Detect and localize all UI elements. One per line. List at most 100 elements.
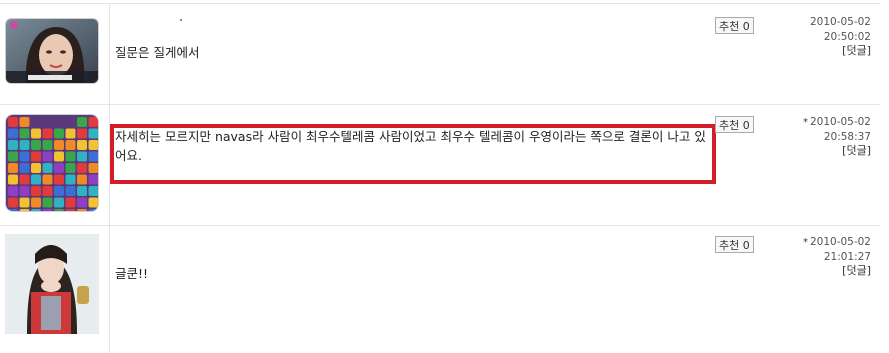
avatar-woman-tv[interactable]	[5, 18, 99, 84]
tetris-block	[19, 140, 30, 150]
tetris-block	[54, 163, 64, 173]
tetris-block	[77, 140, 87, 150]
tetris-block	[8, 197, 18, 208]
tetris-block	[77, 186, 87, 196]
comment-time: 20:50:02	[823, 31, 871, 43]
tetris-block	[54, 186, 64, 196]
tetris-block	[42, 197, 53, 208]
avatar-image	[6, 19, 98, 83]
tetris-block	[65, 197, 76, 208]
tetris-block	[65, 128, 76, 139]
tetris-block	[88, 186, 98, 196]
comment-date: 2010-05-02	[809, 236, 871, 248]
comment-row-2: 자세히는 모르지만 navas라 사람이 최우수텔레콤 사람이었고 최우수 텔레…	[0, 105, 880, 225]
recommend-button[interactable]: 추천 0	[715, 236, 754, 253]
tetris-block	[19, 163, 30, 173]
tetris-block	[19, 186, 30, 196]
tetris-block	[88, 197, 98, 208]
tetris-block	[19, 128, 30, 139]
tetris-block	[31, 163, 41, 173]
tetris-block	[8, 163, 18, 173]
star-icon: *	[802, 237, 808, 248]
tetris-block	[42, 186, 53, 196]
tetris-block	[31, 174, 41, 185]
comment-row-3: 글쿤!! 추천 0 * 2010-05-02 21:01:27 [덧글]	[0, 226, 880, 353]
avatar-tetris-blocks[interactable]	[5, 114, 99, 212]
tetris-block	[19, 117, 30, 127]
tetris-block	[19, 197, 30, 208]
tetris-block	[88, 117, 98, 127]
tetris-block	[54, 151, 64, 162]
tetris-block	[31, 128, 41, 139]
tetris-block	[88, 209, 98, 211]
tetris-block	[54, 174, 64, 185]
tetris-block	[65, 174, 76, 185]
column-divider	[109, 226, 110, 353]
star-icon: *	[802, 117, 808, 128]
tetris-block	[77, 128, 87, 139]
tetris-block	[42, 140, 53, 150]
tetris-block	[8, 174, 18, 185]
tetris-block	[42, 128, 53, 139]
reply-link[interactable]: [덧글]	[810, 44, 871, 57]
tetris-block	[54, 128, 64, 139]
tetris-block	[54, 140, 64, 150]
tetris-block	[65, 163, 76, 173]
tetris-block	[54, 197, 64, 208]
tetris-block	[42, 163, 53, 173]
recommend-button[interactable]: 추천 0	[715, 17, 754, 34]
tetris-block	[19, 174, 30, 185]
avatar-woman-photo[interactable]	[5, 234, 99, 334]
tetris-block	[88, 151, 98, 162]
recommend-button[interactable]: 추천 0	[715, 116, 754, 133]
avatar-image	[6, 115, 98, 211]
tetris-block	[77, 174, 87, 185]
column-divider	[109, 4, 110, 104]
tetris-block	[88, 128, 98, 139]
tetris-block	[42, 209, 53, 211]
tetris-block	[31, 197, 41, 208]
tetris-block	[31, 151, 41, 162]
tetris-block	[77, 197, 87, 208]
tetris-block	[8, 128, 18, 139]
tetris-block	[88, 163, 98, 173]
tetris-block	[8, 117, 18, 127]
tetris-block	[8, 186, 18, 196]
tetris-block	[77, 209, 87, 211]
comment-row-1: 질문은 질게에서 추천 0 2010-05-02 20:50:02 [덧글]	[0, 4, 880, 104]
tetris-block	[42, 151, 53, 162]
tetris-block	[65, 186, 76, 196]
tetris-block	[77, 117, 87, 127]
tetris-block	[77, 163, 87, 173]
reply-link[interactable]: [덧글]	[803, 144, 871, 157]
tetris-block	[77, 151, 87, 162]
tetris-block	[42, 174, 53, 185]
comment-date: 2010-05-02	[809, 116, 871, 128]
comment-meta: * 2010-05-02 20:58:37 [덧글]	[803, 116, 871, 157]
comment-time: 20:58:37	[823, 131, 871, 143]
reply-link[interactable]: [덧글]	[803, 264, 871, 277]
tetris-block	[65, 151, 76, 162]
tetris-block	[65, 209, 76, 211]
comment-meta: 2010-05-02 20:50:02 [덧글]	[810, 16, 871, 57]
tetris-block	[31, 140, 41, 150]
page-edge	[880, 0, 889, 353]
comment-date: 2010-05-02	[809, 16, 871, 28]
tetris-block	[88, 174, 98, 185]
comment-text: 글쿤!!	[115, 266, 149, 281]
tetris-block	[8, 140, 18, 150]
tetris-block	[8, 209, 18, 211]
tetris-block	[88, 140, 98, 150]
avatar-image	[5, 234, 99, 334]
tetris-block	[31, 209, 41, 211]
tetris-block	[54, 209, 64, 211]
tetris-block	[19, 209, 30, 211]
tetris-block	[19, 151, 30, 162]
comment-text: 질문은 질게에서	[115, 45, 200, 60]
tetris-block	[65, 140, 76, 150]
comment-time: 21:01:27	[823, 251, 871, 263]
tetris-block	[31, 186, 41, 196]
comment-meta: * 2010-05-02 21:01:27 [덧글]	[803, 236, 871, 277]
highlight-box	[110, 124, 716, 184]
tetris-block	[8, 151, 18, 162]
